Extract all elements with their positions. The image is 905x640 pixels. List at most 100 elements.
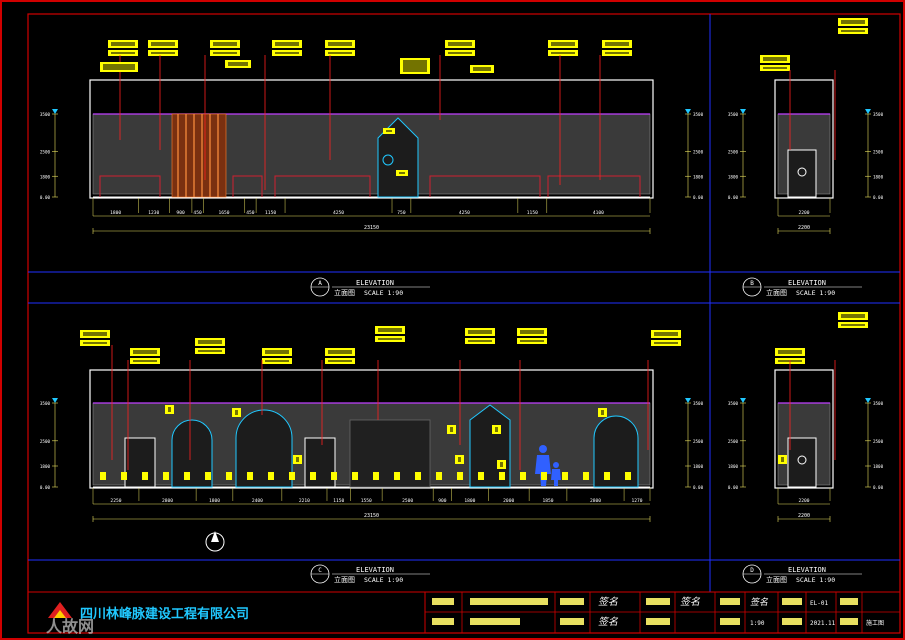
elevation-c <box>89 369 654 552</box>
elev-label: 2500 <box>873 149 884 154</box>
annotation-tag-text <box>103 64 135 70</box>
annotation-tag-text <box>468 330 492 334</box>
elev-label: 1800 <box>693 174 704 179</box>
annotation-tag-text <box>601 410 604 415</box>
annotation-tag-text <box>213 42 237 46</box>
elev-marker-icon <box>865 398 871 403</box>
annotation-tag-text <box>213 52 237 54</box>
annotation-tag-text <box>386 130 392 132</box>
elev-label: 3500 <box>693 401 704 406</box>
annotation-tag-text <box>378 328 402 332</box>
dim-label: 2800 <box>162 498 173 504</box>
dim-label: 1650 <box>218 210 229 216</box>
elev-label: 0.00 <box>873 195 884 200</box>
svg-text:签名: 签名 <box>680 596 701 608</box>
view-label-d: D ELEVATION立面图 SCALE 1:90 <box>742 564 862 584</box>
view-label-title: ELEVATION <box>356 279 394 287</box>
dim-label: 1150 <box>333 498 344 504</box>
annotation-tag-text <box>275 42 299 46</box>
company-logo <box>48 602 72 618</box>
skirting-tag <box>415 472 421 480</box>
dim-label: 1800 <box>110 210 121 216</box>
elev-label: 3500 <box>40 401 51 406</box>
annotation-tag-text <box>296 457 299 462</box>
view-label-a: A ELEVATION立面图 SCALE 1:90 <box>310 277 430 297</box>
annotation-tag-text <box>328 42 352 46</box>
annotation-tag-text <box>448 42 472 46</box>
annotation-tag-text <box>403 60 427 72</box>
annotation-tag-text <box>520 330 544 334</box>
skirting-tag <box>562 472 568 480</box>
annotation-tag-text <box>551 52 575 54</box>
annotation-tag-text <box>473 67 491 71</box>
annotation-tag-text <box>83 342 107 344</box>
elev-label: 3500 <box>40 112 51 117</box>
annotation-tag-text <box>111 52 135 54</box>
view-label-subtitle: 立面图 <box>334 575 355 584</box>
elev-label: 2500 <box>693 149 704 154</box>
dim-total-label: 2200 <box>798 513 810 519</box>
skirting-tag <box>583 472 589 480</box>
dim-label: 2000 <box>503 498 514 504</box>
view-label-id: B <box>750 280 754 287</box>
arch-window-2 <box>235 409 293 488</box>
skirting-tag <box>436 472 442 480</box>
skirting-tag <box>310 472 316 480</box>
elev-label: 3500 <box>873 401 884 406</box>
annotation-tag-text <box>328 360 352 362</box>
annotation-tag-text <box>151 42 175 46</box>
dim-total-label: 23150 <box>364 513 379 519</box>
door-d <box>787 437 817 488</box>
annotation-tag-text <box>265 360 289 362</box>
view-label-c: C ELEVATION立面图 SCALE 1:90 <box>310 564 430 584</box>
dim-label: 450 <box>246 210 255 216</box>
view-label-scale: SCALE 1:90 <box>796 289 835 297</box>
annotation-tag-text <box>841 20 865 24</box>
elev-label: 2500 <box>693 439 704 444</box>
elev-label: 3500 <box>693 112 704 117</box>
view-label-title: ELEVATION <box>788 566 826 574</box>
view-label-id: D <box>750 567 754 574</box>
cad-drawing: 1800 1230 900 450 1650 450 1150 4250 750 4250 1150… <box>0 0 905 640</box>
dim-label: 2500 <box>402 498 413 504</box>
annotation-tag-text <box>228 62 248 66</box>
dim-label: 1800 <box>209 498 220 504</box>
door-c-2 <box>304 437 336 488</box>
sheet-date: 2021.11 <box>810 620 836 627</box>
skirting-tag <box>541 472 547 480</box>
elev-label: 0.00 <box>40 485 51 490</box>
elev-marker-icon <box>685 398 691 403</box>
dim-label: 1550 <box>361 498 372 504</box>
elev-marker-icon <box>740 109 746 114</box>
skirting-tag <box>121 472 127 480</box>
dim-label: 900 <box>438 498 447 504</box>
view-label-subtitle: 立面图 <box>766 575 787 584</box>
view-label-scale: SCALE 1:90 <box>364 576 403 584</box>
elev-label: 0.00 <box>873 485 884 490</box>
elev-label: 1800 <box>693 464 704 469</box>
elevation-b <box>774 79 834 199</box>
company-name: 四川林峰脉建设工程有限公司 <box>80 606 249 622</box>
annotation-tag-text <box>275 52 299 54</box>
dim-label: 1150 <box>265 210 276 216</box>
annotation-tag-text <box>495 427 498 432</box>
elev-marker-icon <box>52 398 58 403</box>
dim-label: 1850 <box>542 498 553 504</box>
view-label-scale: SCALE 1:90 <box>364 289 403 297</box>
annotation-tag-text <box>763 57 787 61</box>
elevation-d <box>774 369 834 489</box>
north-arrow <box>205 531 225 552</box>
annotation-tag-text <box>168 407 171 412</box>
annotation-tag-text <box>468 340 492 342</box>
annotation-tag-text <box>448 52 472 54</box>
annotation-tag-text <box>654 332 678 336</box>
annotation-tag-text <box>841 314 865 318</box>
skirting-tag <box>205 472 211 480</box>
skirting-tag <box>268 472 274 480</box>
svg-text:签名: 签名 <box>750 597 769 608</box>
elev-marker-icon <box>740 398 746 403</box>
elev-label: 2500 <box>728 149 739 154</box>
watermark-text: 人故网 <box>46 617 94 636</box>
elev-label: 1800 <box>728 464 739 469</box>
annotation-tag-text <box>378 338 402 340</box>
